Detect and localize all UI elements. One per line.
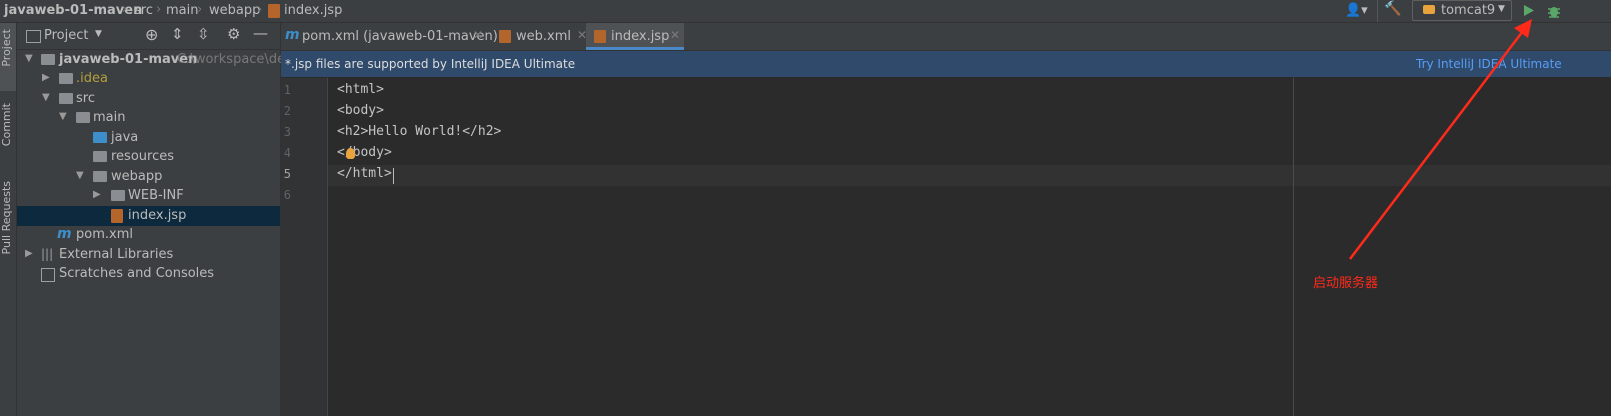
gear-icon[interactable]: ⚙ <box>227 25 240 43</box>
line-number: 1 <box>283 83 291 97</box>
tree-item-label: src <box>76 91 95 106</box>
tree-item-project-root[interactable]: ▼ javaweb-01-maven C:\workspace\de <box>17 50 285 70</box>
xml-file-icon <box>499 30 511 43</box>
collapse-all-icon[interactable]: ⇳ <box>197 25 210 43</box>
code-line: </html> <box>337 166 392 181</box>
breadcrumb-main[interactable]: main <box>166 3 198 18</box>
project-view-title[interactable]: Project <box>44 28 88 43</box>
tab-index-jsp[interactable]: index.jsp ✕ <box>586 23 684 50</box>
tree-item-label: WEB-INF <box>128 188 184 203</box>
tree-item-resources[interactable]: resources <box>17 147 280 167</box>
expand-all-icon[interactable]: ⇕ <box>171 25 184 43</box>
tree-item-path-hint: C:\workspace\de <box>177 52 286 67</box>
code-line: <html> <box>337 82 384 97</box>
line-number: 6 <box>283 188 291 202</box>
tree-item-index-jsp[interactable]: index.jsp <box>17 206 280 226</box>
jsp-file-icon <box>111 209 123 223</box>
breadcrumb-src[interactable]: src <box>134 3 153 18</box>
tree-item-main[interactable]: ▼ main <box>17 108 280 128</box>
tree-item-label: External Libraries <box>59 247 174 262</box>
chevron-down-icon[interactable]: ▼ <box>95 29 102 39</box>
tab-pom-xml[interactable]: m pom.xml (javaweb-01-maven) ✕ <box>281 23 498 50</box>
tree-item-label: main <box>93 110 126 125</box>
code-line: <body> <box>337 103 384 118</box>
library-icon: ||| <box>41 247 54 261</box>
folder-icon <box>76 112 90 123</box>
maven-icon: m <box>57 226 72 242</box>
chevron-down-icon: ▼ <box>1498 4 1505 14</box>
annotation-arrow <box>1349 19 1532 260</box>
chevron-right-icon[interactable]: ▶ <box>93 189 101 200</box>
resources-folder-icon <box>93 151 107 162</box>
stripe-tab-pull-requests[interactable]: Pull Requests <box>0 181 16 254</box>
stripe-tab-commit[interactable]: Commit <box>0 103 16 146</box>
project-panel-header: Project ▼ ⊕ ⇕ ⇳ ⚙ — <box>17 23 280 50</box>
module-folder-icon <box>41 54 55 65</box>
tree-item-label: resources <box>111 149 175 164</box>
jsp-file-icon <box>268 4 280 18</box>
tab-label: web.xml <box>516 29 571 44</box>
active-tab-indicator <box>586 47 684 50</box>
stripe-tab-project[interactable]: Project <box>0 29 16 67</box>
right-margin-guide <box>1293 78 1294 416</box>
text-cursor <box>393 168 394 184</box>
chevron-down-icon[interactable]: ▼ <box>25 53 33 64</box>
source-folder-icon <box>93 132 107 143</box>
editor-gutter: 1 2 3 4 5 6 <box>281 78 328 416</box>
line-number: 3 <box>283 125 291 139</box>
tomcat-icon <box>1423 5 1435 14</box>
tree-item-webapp[interactable]: ▼ webapp <box>17 167 280 187</box>
tree-item-label: java <box>111 130 139 145</box>
close-icon[interactable]: ✕ <box>473 28 483 42</box>
chevron-down-icon[interactable]: ▼ <box>59 111 67 122</box>
tree-item-java[interactable]: java <box>17 128 280 148</box>
hide-panel-icon[interactable]: — <box>253 24 268 42</box>
line-number: 4 <box>283 146 291 160</box>
locate-target-icon[interactable]: ⊕ <box>145 25 158 44</box>
chevron-right-icon[interactable]: ▶ <box>42 72 50 83</box>
breadcrumb-file[interactable]: index.jsp <box>284 3 342 18</box>
chevron-right-icon: › <box>257 2 263 17</box>
tree-item-label: webapp <box>111 169 163 184</box>
folder-icon <box>59 93 73 104</box>
tree-item-label: pom.xml <box>76 227 133 242</box>
tab-web-xml[interactable]: web.xml ✕ <box>493 23 587 50</box>
lightbulb-icon[interactable] <box>346 148 355 159</box>
chevron-down-icon[interactable]: ▼ <box>76 170 84 181</box>
project-view-icon <box>26 30 41 43</box>
tree-item-label: index.jsp <box>128 208 187 223</box>
tool-window-stripe: Project Commit Pull Requests <box>0 23 17 416</box>
tree-item-web-inf[interactable]: ▶ WEB-INF <box>17 186 280 206</box>
tree-item-idea[interactable]: ▶ .idea <box>17 69 280 89</box>
tree-item-external-libraries[interactable]: ▶ ||| External Libraries <box>17 245 280 265</box>
chevron-right-icon: › <box>156 2 162 17</box>
maven-icon: m <box>285 27 300 43</box>
scratches-icon <box>41 268 55 282</box>
line-number: 2 <box>283 104 291 118</box>
banner-message: *.jsp files are supported by IntelliJ ID… <box>285 57 576 71</box>
web-folder-icon <box>93 171 107 182</box>
close-icon[interactable]: ✕ <box>670 28 680 42</box>
annotation-label: 启动服务器 <box>1313 276 1379 291</box>
chevron-right-icon: › <box>197 2 203 17</box>
line-number: 5 <box>283 167 291 181</box>
chevron-down-icon[interactable]: ▼ <box>42 92 50 103</box>
tree-item-scratches[interactable]: Scratches and Consoles <box>17 264 280 284</box>
folder-icon <box>111 190 125 201</box>
jsp-file-icon <box>594 30 606 43</box>
folder-icon <box>59 73 73 84</box>
tree-item-label: .idea <box>76 71 108 86</box>
tree-item-src[interactable]: ▼ src <box>17 89 280 109</box>
tab-label: index.jsp <box>611 29 670 44</box>
tree-item-label: Scratches and Consoles <box>59 266 215 281</box>
project-panel: Project ▼ ⊕ ⇕ ⇳ ⚙ — ▼ javaweb-01-maven C… <box>17 23 285 416</box>
chevron-right-icon[interactable]: ▶ <box>25 248 33 259</box>
tree-item-pom-xml[interactable]: m pom.xml <box>17 225 280 245</box>
chevron-right-icon: › <box>122 2 128 17</box>
tab-label: pom.xml (javaweb-01-maven) <box>302 29 498 44</box>
code-line: <h2>Hello World!</h2> <box>337 124 502 139</box>
breadcrumb-webapp[interactable]: webapp <box>209 3 260 18</box>
